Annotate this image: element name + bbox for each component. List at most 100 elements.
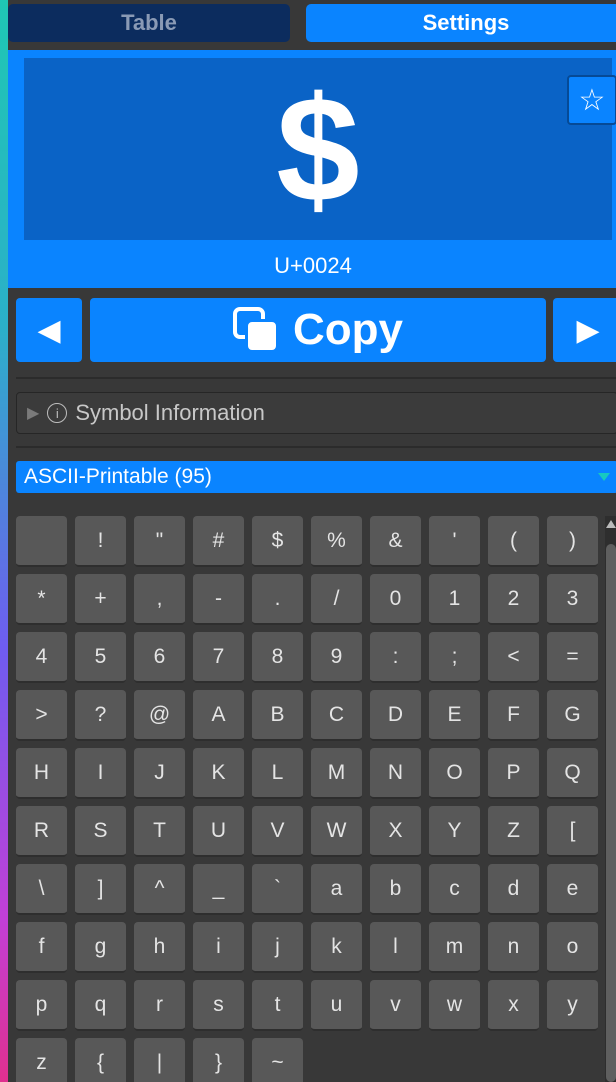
symbol-information-foldout[interactable]: ▶ i Symbol Information — [16, 392, 616, 434]
symbol-cell[interactable]: | — [134, 1038, 185, 1082]
symbol-cell[interactable]: Q — [547, 748, 598, 799]
symbol-cell[interactable]: * — [16, 574, 67, 625]
symbol-cell[interactable]: k — [311, 922, 362, 973]
symbol-cell[interactable]: D — [370, 690, 421, 741]
symbol-cell[interactable]: [ — [547, 806, 598, 857]
symbol-cell[interactable]: 0 — [370, 574, 421, 625]
symbol-cell[interactable]: T — [134, 806, 185, 857]
symbol-cell[interactable]: S — [75, 806, 126, 857]
symbol-cell[interactable]: B — [252, 690, 303, 741]
symbol-cell[interactable]: X — [370, 806, 421, 857]
symbol-cell[interactable]: } — [193, 1038, 244, 1082]
symbol-cell[interactable]: y — [547, 980, 598, 1031]
symbol-cell[interactable]: . — [252, 574, 303, 625]
symbol-cell[interactable]: 4 — [16, 632, 67, 683]
symbol-cell[interactable]: r — [134, 980, 185, 1031]
symbol-cell[interactable]: > — [16, 690, 67, 741]
symbol-cell[interactable]: 7 — [193, 632, 244, 683]
symbol-cell[interactable]: I — [75, 748, 126, 799]
symbol-cell[interactable]: & — [370, 516, 421, 567]
symbol-cell[interactable]: j — [252, 922, 303, 973]
symbol-cell[interactable]: ^ — [134, 864, 185, 915]
copy-button[interactable]: Copy — [90, 298, 546, 362]
scroll-up-arrow-icon[interactable] — [606, 520, 616, 528]
symbol-cell[interactable]: G — [547, 690, 598, 741]
symbol-cell[interactable]: t — [252, 980, 303, 1031]
symbol-cell[interactable]: o — [547, 922, 598, 973]
grid-scrollbar[interactable] — [605, 516, 616, 1082]
symbol-cell[interactable]: N — [370, 748, 421, 799]
symbol-cell[interactable]: x — [488, 980, 539, 1031]
symbol-cell[interactable]: n — [488, 922, 539, 973]
symbol-cell[interactable]: u — [311, 980, 362, 1031]
symbol-cell[interactable]: % — [311, 516, 362, 567]
symbol-cell[interactable]: h — [134, 922, 185, 973]
symbol-cell[interactable]: ~ — [252, 1038, 303, 1082]
symbol-cell[interactable]: 8 — [252, 632, 303, 683]
symbol-cell[interactable]: < — [488, 632, 539, 683]
symbol-cell[interactable]: ? — [75, 690, 126, 741]
symbol-cell[interactable]: R — [16, 806, 67, 857]
symbol-cell[interactable]: A — [193, 690, 244, 741]
symbol-cell[interactable]: v — [370, 980, 421, 1031]
symbol-cell[interactable]: , — [134, 574, 185, 625]
symbol-cell[interactable]: \ — [16, 864, 67, 915]
symbol-cell[interactable]: m — [429, 922, 480, 973]
previous-symbol-button[interactable]: ◀ — [16, 298, 82, 362]
symbol-cell[interactable]: ! — [75, 516, 126, 567]
symbol-cell[interactable]: z — [16, 1038, 67, 1082]
symbol-cell[interactable]: 2 — [488, 574, 539, 625]
scrollbar-thumb[interactable] — [606, 544, 616, 1082]
symbol-cell[interactable]: e — [547, 864, 598, 915]
symbol-cell[interactable]: s — [193, 980, 244, 1031]
tab-table[interactable]: Table — [8, 4, 290, 42]
symbol-cell[interactable]: P — [488, 748, 539, 799]
symbol-cell[interactable]: { — [75, 1038, 126, 1082]
symbol-cell[interactable]: $ — [252, 516, 303, 567]
symbol-cell[interactable]: d — [488, 864, 539, 915]
symbol-cell[interactable]: J — [134, 748, 185, 799]
symbol-cell[interactable]: K — [193, 748, 244, 799]
symbol-cell[interactable]: 1 — [429, 574, 480, 625]
symbol-cell[interactable]: 9 — [311, 632, 362, 683]
symbol-cell[interactable]: Y — [429, 806, 480, 857]
favorite-button[interactable]: ☆ — [567, 75, 616, 125]
symbol-cell[interactable]: b — [370, 864, 421, 915]
symbol-cell[interactable]: U — [193, 806, 244, 857]
symbol-cell[interactable]: " — [134, 516, 185, 567]
symbol-cell[interactable]: W — [311, 806, 362, 857]
symbol-cell[interactable]: ] — [75, 864, 126, 915]
symbol-cell[interactable]: / — [311, 574, 362, 625]
symbol-cell[interactable]: @ — [134, 690, 185, 741]
symbol-cell[interactable]: a — [311, 864, 362, 915]
symbol-cell[interactable]: O — [429, 748, 480, 799]
symbol-cell[interactable]: = — [547, 632, 598, 683]
symbol-cell[interactable]: q — [75, 980, 126, 1031]
symbol-cell[interactable]: p — [16, 980, 67, 1031]
symbol-cell[interactable]: F — [488, 690, 539, 741]
symbol-cell[interactable]: l — [370, 922, 421, 973]
symbol-cell[interactable]: ' — [429, 516, 480, 567]
symbol-cell[interactable]: c — [429, 864, 480, 915]
symbol-cell[interactable]: E — [429, 690, 480, 741]
symbol-cell[interactable]: + — [75, 574, 126, 625]
symbol-cell[interactable]: - — [193, 574, 244, 625]
symbol-cell[interactable]: ` — [252, 864, 303, 915]
symbol-cell[interactable]: ; — [429, 632, 480, 683]
symbol-cell[interactable]: i — [193, 922, 244, 973]
symbol-cell[interactable]: ( — [488, 516, 539, 567]
symbol-cell[interactable]: 5 — [75, 632, 126, 683]
next-symbol-button[interactable]: ▶ — [553, 298, 616, 362]
symbol-cell[interactable]: : — [370, 632, 421, 683]
symbol-cell[interactable]: 6 — [134, 632, 185, 683]
symbol-cell[interactable]: V — [252, 806, 303, 857]
symbol-cell[interactable]: _ — [193, 864, 244, 915]
symbol-cell[interactable]: L — [252, 748, 303, 799]
tab-settings[interactable]: Settings — [306, 4, 616, 42]
symbol-cell[interactable]: g — [75, 922, 126, 973]
symbol-cell[interactable]: ) — [547, 516, 598, 567]
symbol-set-dropdown[interactable]: ASCII-Printable (95) — [16, 461, 616, 493]
symbol-cell[interactable] — [16, 516, 67, 567]
symbol-cell[interactable]: C — [311, 690, 362, 741]
symbol-cell[interactable]: H — [16, 748, 67, 799]
